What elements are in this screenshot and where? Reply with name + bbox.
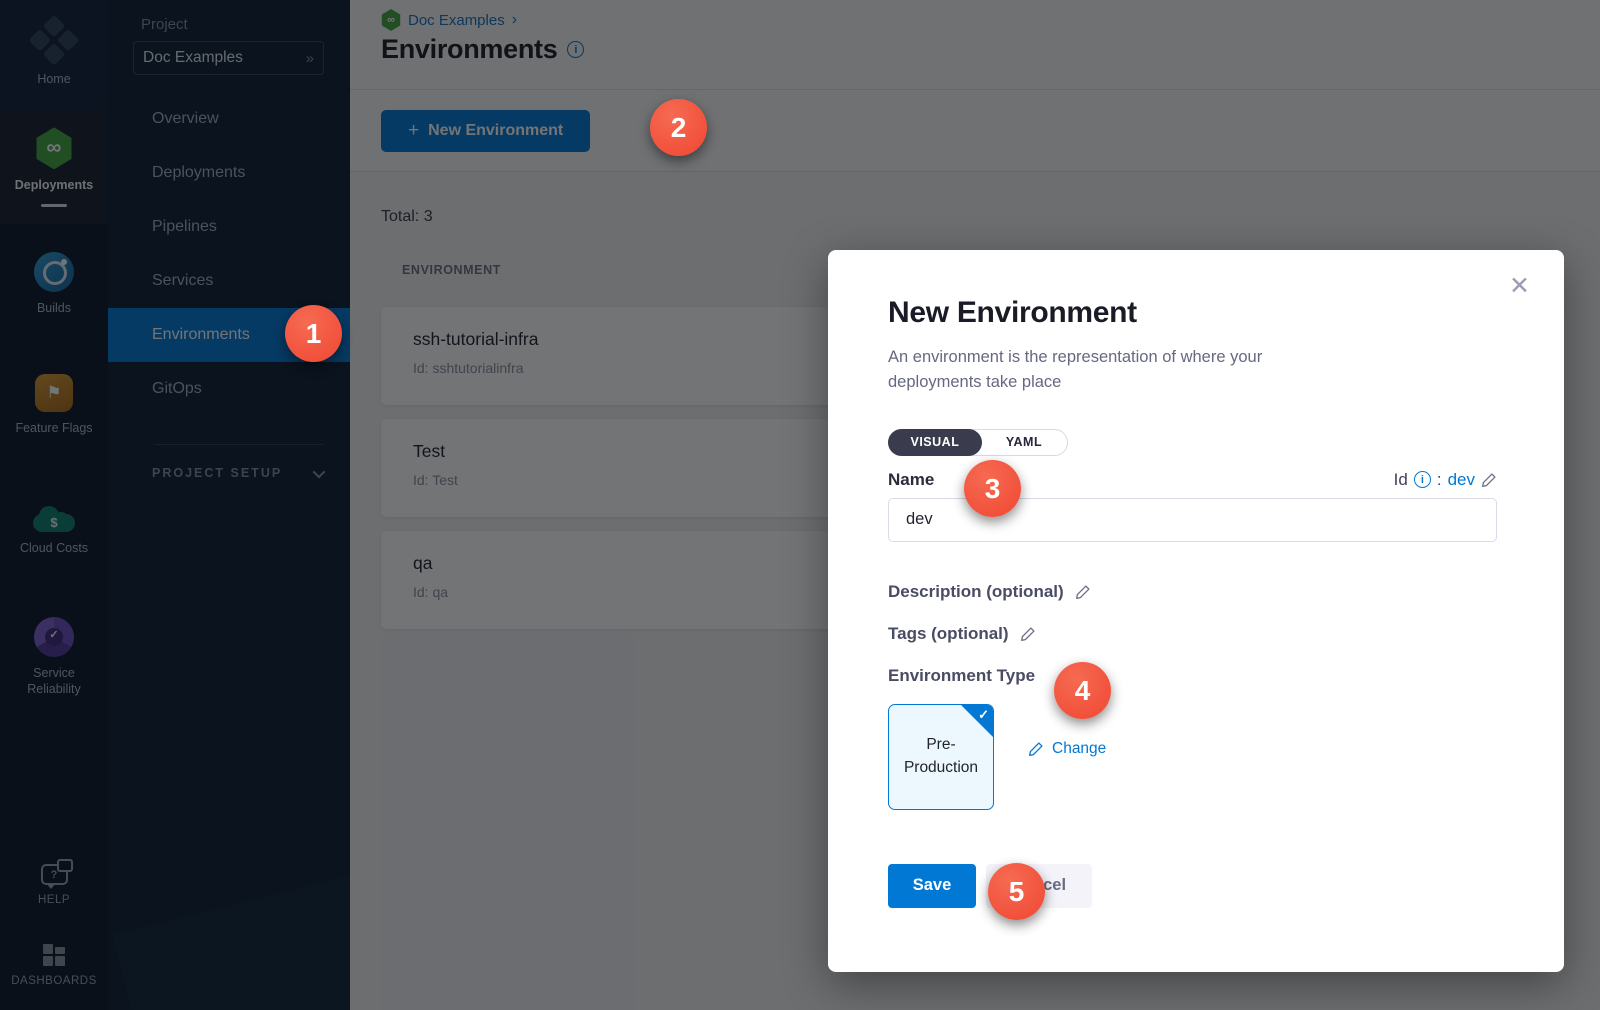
save-button[interactable]: Save	[888, 864, 976, 908]
name-label: Name	[888, 470, 934, 490]
id-separator: :	[1437, 470, 1442, 490]
annotation-badge-5: 5	[988, 863, 1045, 920]
change-pencil-icon	[1028, 741, 1044, 757]
tab-yaml[interactable]: YAML	[981, 429, 1067, 456]
description-label: Description (optional)	[888, 582, 1064, 602]
visual-yaml-toggle: VISUAL YAML	[888, 429, 1068, 456]
annotation-badge-2: 2	[650, 99, 707, 156]
id-info-icon[interactable]: i	[1414, 471, 1431, 488]
tab-visual[interactable]: VISUAL	[888, 429, 983, 456]
id-label: Id	[1394, 470, 1408, 490]
close-icon[interactable]: ✕	[1509, 274, 1530, 299]
new-environment-modal: ✕ New Environment An environment is the …	[828, 250, 1564, 972]
id-display: Id i : dev	[1394, 470, 1497, 490]
change-link-label: Change	[1052, 740, 1106, 758]
id-value: dev	[1448, 470, 1475, 490]
environment-type-card-label: Pre-Production	[898, 734, 984, 779]
change-type-link[interactable]: Change	[1028, 740, 1106, 758]
edit-tags-pencil-icon[interactable]	[1020, 626, 1036, 642]
modal-subtitle: An environment is the representation of …	[888, 345, 1320, 395]
tags-label: Tags (optional)	[888, 624, 1009, 644]
annotation-badge-4: 4	[1054, 662, 1111, 719]
annotation-badge-1: 1	[285, 305, 342, 362]
edit-id-pencil-icon[interactable]	[1481, 472, 1497, 488]
environment-type-label: Environment Type	[888, 666, 1035, 686]
selected-check-icon: ✓	[978, 707, 989, 723]
edit-description-pencil-icon[interactable]	[1075, 584, 1091, 600]
annotation-badge-3: 3	[964, 460, 1021, 517]
environment-type-card-pre-production[interactable]: ✓ Pre-Production	[888, 704, 994, 810]
modal-title: New Environment	[888, 250, 1497, 330]
